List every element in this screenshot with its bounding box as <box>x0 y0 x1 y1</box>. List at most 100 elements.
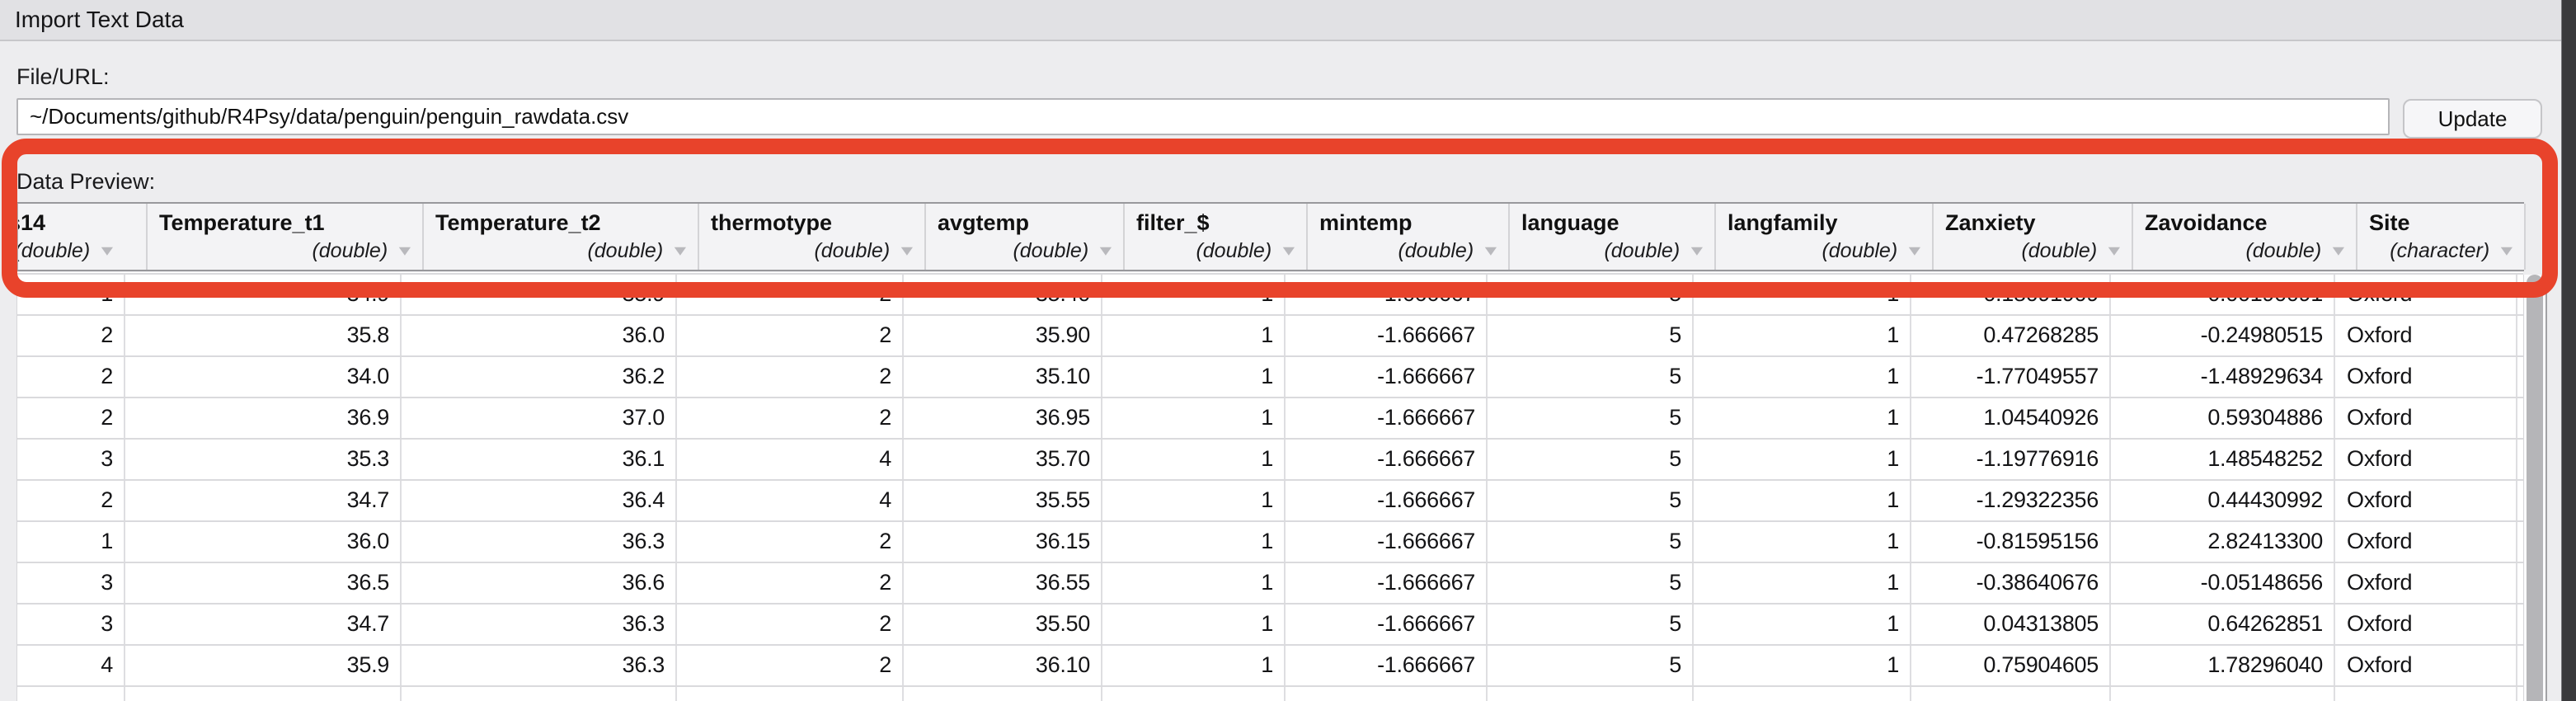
column-type: (double) <box>312 239 388 262</box>
column-type: (double) <box>18 239 90 262</box>
column-name: Site <box>2357 204 2524 236</box>
column-type: (double) <box>587 239 663 262</box>
column-type-dropdown-icon[interactable]: ▼ <box>97 243 117 260</box>
cell: 1.04540926 <box>1911 398 2111 438</box>
column-header-site[interactable]: Site(character)▼ <box>2357 204 2526 270</box>
table-row: 234.736.4435.551-1.66666751-1.293223560.… <box>16 481 2523 522</box>
cell: 36.1 <box>402 440 677 479</box>
cell: -1.19776916 <box>1911 440 2111 479</box>
column-type: (double) <box>1013 239 1088 262</box>
column-type-dropdown-icon[interactable]: ▼ <box>670 243 690 260</box>
cell: 1 <box>1102 316 1286 355</box>
cell <box>2335 687 2517 701</box>
column-name: Zavoidance <box>2133 204 2356 236</box>
cell: 0.47268285 <box>1911 316 2111 355</box>
dialog-titlebar: Import Text Data <box>0 0 2576 41</box>
table-row: 235.836.0235.901-1.666667510.47268285-0.… <box>16 316 2523 357</box>
cell: 2 <box>677 316 904 355</box>
cell <box>402 687 677 701</box>
cell: 0.18091909 <box>1911 275 2111 314</box>
cell: 34.7 <box>125 605 402 644</box>
column-type: (double) <box>1196 239 1272 262</box>
cell: 36.6 <box>402 563 677 603</box>
cell: 1 <box>1694 522 1911 562</box>
column-type: (double) <box>1604 239 1680 262</box>
cell: 36.4 <box>402 481 677 520</box>
column-header-language[interactable]: language(double)▼ <box>1510 204 1716 270</box>
column-type-dropdown-icon[interactable]: ▼ <box>2104 243 2124 260</box>
cell <box>904 687 1102 701</box>
cell: 2 <box>677 357 904 397</box>
column-type-dropdown-icon[interactable]: ▼ <box>1096 243 1116 260</box>
column-type-dropdown-icon[interactable]: ▼ <box>1687 243 1707 260</box>
data-preview-label: Data Preview: <box>16 169 155 195</box>
table-row: 335.336.1435.701-1.66666751-1.197769161.… <box>16 440 2523 481</box>
cell: Oxford <box>2335 357 2517 397</box>
cell: 1 <box>1102 563 1286 603</box>
column-type-dropdown-icon[interactable]: ▼ <box>1481 243 1501 260</box>
cell: 1.78296040 <box>2111 646 2335 685</box>
column-header-filter-[interactable]: filter_$(double)▼ <box>1125 204 1308 270</box>
column-name: mintemp <box>1308 204 1508 236</box>
window-edge-strip <box>2561 0 2576 701</box>
cell: 34.0 <box>125 357 402 397</box>
column-header-zanxiety[interactable]: Zanxiety(double)▼ <box>1934 204 2133 270</box>
column-header-zavoidance[interactable]: Zavoidance(double)▼ <box>2133 204 2357 270</box>
cell: 36.2 <box>402 357 677 397</box>
cell: 1 <box>1694 357 1911 397</box>
cell: 1 <box>1694 481 1911 520</box>
cell: 1.48548252 <box>2111 440 2335 479</box>
column-name: thermotype <box>699 204 924 236</box>
column-header-avgtemp[interactable]: avgtemp (double) ▼ <box>926 204 1125 270</box>
cell: 37.0 <box>402 398 677 438</box>
cell <box>2111 687 2335 701</box>
cell: 5 <box>1488 522 1694 562</box>
cell: Oxford <box>2335 481 2517 520</box>
cell: 3 <box>16 563 125 603</box>
column-header-temperature-t1[interactable]: Temperature_t1(double)▼ <box>148 204 424 270</box>
cell: 5 <box>1488 357 1694 397</box>
cell: Oxford <box>2335 605 2517 644</box>
vertical-scrollbar-thumb[interactable] <box>2527 275 2543 701</box>
dialog-title: Import Text Data <box>15 0 184 40</box>
column-type-dropdown-icon[interactable]: ▼ <box>2329 243 2348 260</box>
cell: 2 <box>677 522 904 562</box>
cell: -1.666667 <box>1286 357 1488 397</box>
update-button[interactable]: Update <box>2403 99 2542 139</box>
cell: -1.666667 <box>1286 605 1488 644</box>
file-url-label: File/URL: <box>16 64 110 90</box>
table-row: 234.036.2235.101-1.66666751-1.77049557-1… <box>16 357 2523 398</box>
cell <box>677 687 904 701</box>
column-type: (double) <box>1822 239 1897 262</box>
cell: 5 <box>1488 605 1694 644</box>
column-type-dropdown-icon[interactable]: ▼ <box>395 243 415 260</box>
column-header-temperature-t2[interactable]: Temperature_t2(double)▼ <box>424 204 699 270</box>
cell: -1.666667 <box>1286 522 1488 562</box>
cell: -0.38640676 <box>1911 563 2111 603</box>
column-type-dropdown-icon[interactable]: ▼ <box>1279 243 1299 260</box>
column-header-langfamily[interactable]: langfamily(double)▼ <box>1716 204 1934 270</box>
column-header-thermotype[interactable]: thermotype (double) ▼ <box>699 204 926 270</box>
cell <box>1911 687 2111 701</box>
column-type: (double) <box>814 239 890 262</box>
column-name: avgtemp <box>926 204 1123 236</box>
cell <box>1286 687 1488 701</box>
cell: 3 <box>16 605 125 644</box>
cell: 35.50 <box>904 605 1102 644</box>
column-header-s14[interactable]: s14(double)▼ <box>18 204 148 270</box>
cell <box>1102 687 1286 701</box>
cell: 2 <box>677 605 904 644</box>
cell: -1.666667 <box>1286 316 1488 355</box>
cell: 34.7 <box>125 481 402 520</box>
column-type-dropdown-icon[interactable]: ▼ <box>897 243 917 260</box>
column-header-mintemp[interactable]: mintemp(double)▼ <box>1308 204 1510 270</box>
cell: -1.29322356 <box>1911 481 2111 520</box>
cell: 0.44430992 <box>2111 481 2335 520</box>
file-url-input[interactable] <box>16 98 2390 135</box>
cell: 0.59304886 <box>2111 398 2335 438</box>
cell: Oxford <box>2335 563 2517 603</box>
column-type-dropdown-icon[interactable]: ▼ <box>2497 243 2517 260</box>
cell: 2 <box>677 563 904 603</box>
cell: 35.70 <box>904 440 1102 479</box>
column-type-dropdown-icon[interactable]: ▼ <box>1905 243 1925 260</box>
